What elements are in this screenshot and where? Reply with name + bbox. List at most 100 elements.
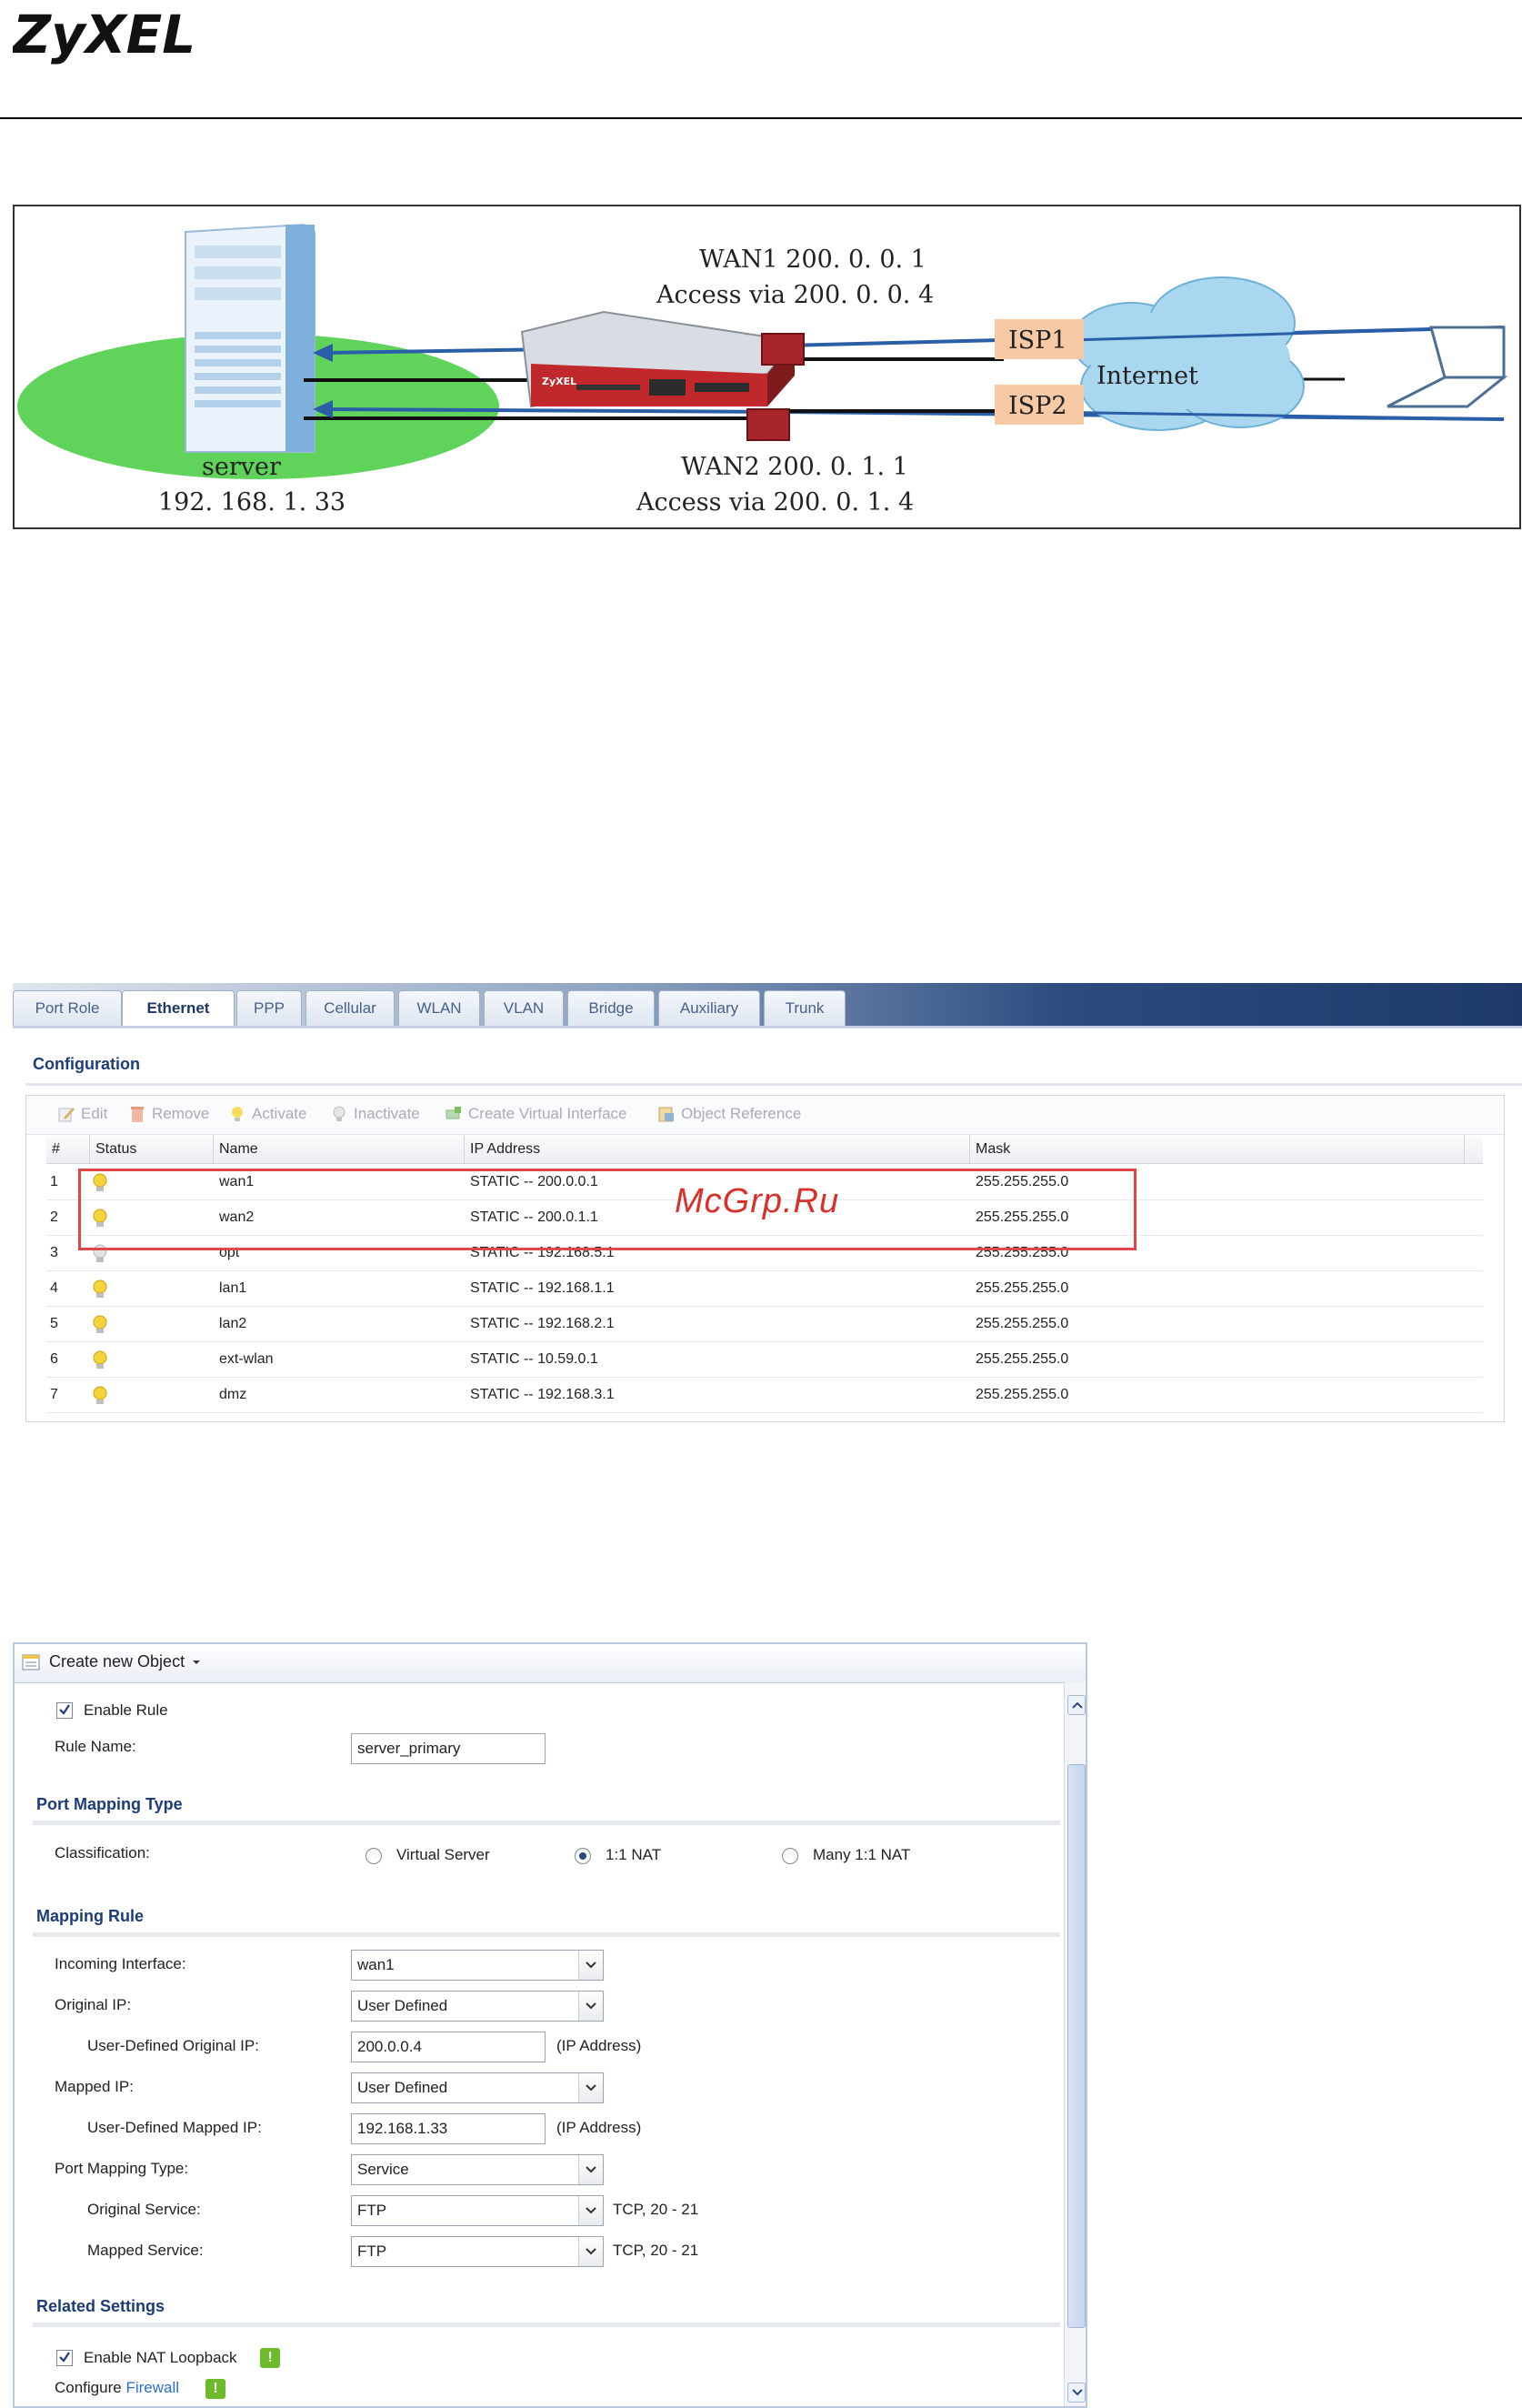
- chevron-down-icon: [586, 1962, 596, 1969]
- create-virtual-interface-button[interactable]: Create Virtual Interface: [445, 1105, 627, 1123]
- user-defined-original-ip-input[interactable]: 200.0.0.4: [351, 2032, 546, 2062]
- tab-auxiliary[interactable]: Auxiliary: [658, 990, 760, 1026]
- row-name: ext-wlan: [219, 1351, 274, 1367]
- port-mapping-divider: [33, 1821, 1060, 1825]
- object-reference-icon: [658, 1107, 674, 1122]
- mapped-service-select[interactable]: FTP: [351, 2236, 604, 2267]
- table-row[interactable]: 7 dmz STATIC -- 192.168.3.1 255.255.255.0: [46, 1378, 1483, 1413]
- user-defined-original-ip-label: User-Defined Original IP:: [87, 2037, 259, 2054]
- tab-ethernet[interactable]: Ethernet: [122, 990, 235, 1028]
- interface-table-panel: Edit Remove Activate Inactivate Create V…: [25, 1095, 1505, 1422]
- row-ip-address: STATIC -- 10.59.0.1: [470, 1351, 598, 1367]
- scroll-up-button[interactable]: [1067, 1695, 1086, 1715]
- lightbulb-on-icon: [93, 1315, 107, 1333]
- firewall-link[interactable]: Firewall: [125, 2379, 179, 2396]
- svg-text:server: server: [202, 453, 281, 481]
- tab-trunk[interactable]: Trunk: [764, 990, 846, 1026]
- svg-text:ISP1: ISP1: [1008, 326, 1067, 355]
- remove-label: Remove: [152, 1105, 210, 1122]
- lightbulb-on-icon: [93, 1350, 107, 1369]
- info-badge-icon: !: [260, 2348, 280, 2368]
- row-number: 6: [50, 1351, 58, 1367]
- checkmark-icon: [59, 2352, 70, 2363]
- rule-name-input[interactable]: server_primary: [351, 1733, 546, 1764]
- create-virtual-interface-label: Create Virtual Interface: [468, 1105, 627, 1122]
- chevron-down-icon: [586, 2002, 596, 2010]
- trash-icon: [131, 1107, 144, 1122]
- many-one-to-one-nat-radio[interactable]: [782, 1848, 798, 1864]
- dropdown-arrow: [578, 2155, 603, 2184]
- mapped-service-value: FTP: [357, 2242, 387, 2260]
- mapped-ip-value: User Defined: [357, 2079, 448, 2096]
- row-number: 4: [50, 1280, 58, 1296]
- one-to-one-nat-label: 1:1 NAT: [606, 1846, 662, 1863]
- mapped-ip-select[interactable]: User Defined: [351, 2072, 604, 2103]
- table-row[interactable]: 6 ext-wlan STATIC -- 10.59.0.1 255.255.255.…: [46, 1342, 1483, 1378]
- port-mapping-type-title: Port Mapping Type: [36, 1795, 183, 1813]
- svg-text:WAN1 200. 0. 0. 1: WAN1 200. 0. 0. 1: [699, 246, 926, 274]
- tab-port-role[interactable]: Port Role: [13, 990, 122, 1026]
- incoming-interface-select[interactable]: wan1: [351, 1950, 604, 1981]
- create-new-object-menu[interactable]: Create new Object: [22, 1652, 201, 1671]
- form-scrollbar[interactable]: [1064, 1682, 1086, 2406]
- chevron-down-icon: [586, 2207, 596, 2214]
- virtual-server-radio[interactable]: [365, 1848, 382, 1864]
- original-ip-select[interactable]: User Defined: [351, 1991, 604, 2022]
- tab-bridge[interactable]: Bridge: [567, 990, 655, 1026]
- chevron-down-icon: [586, 2084, 596, 2092]
- edit-button[interactable]: Edit: [57, 1105, 107, 1123]
- nat-toolbar: Create new Object: [15, 1644, 1086, 1683]
- col-status[interactable]: Status: [90, 1136, 214, 1163]
- scroll-thumb[interactable]: [1067, 1764, 1086, 2328]
- col-number[interactable]: #: [46, 1136, 90, 1163]
- port-mapping-type-select[interactable]: Service: [351, 2154, 604, 2185]
- mapped-service-label: Mapped Service:: [87, 2242, 204, 2259]
- table-row[interactable]: 4 lan1 STATIC -- 192.168.1.1 255.255.255.0: [46, 1271, 1483, 1307]
- col-name[interactable]: Name: [214, 1136, 465, 1163]
- row-number: 5: [50, 1316, 58, 1331]
- virtual-server-label: Virtual Server: [396, 1846, 490, 1863]
- svg-text:WAN2 200. 0. 1. 1: WAN2 200. 0. 1. 1: [681, 453, 908, 481]
- original-service-select[interactable]: FTP: [351, 2195, 604, 2226]
- edit-icon: [58, 1108, 75, 1122]
- row-mask: 255.255.255.0: [976, 1316, 1069, 1331]
- svg-text:192. 168. 1. 33: 192. 168. 1. 33: [158, 488, 345, 517]
- one-to-one-nat-radio[interactable]: [575, 1848, 591, 1864]
- wan1-port: [761, 333, 805, 366]
- lightbulb-off-icon: [333, 1106, 345, 1121]
- tab-vlan[interactable]: VLAN: [484, 990, 564, 1026]
- inactivate-button[interactable]: Inactivate: [330, 1105, 420, 1123]
- chevron-down-icon: [193, 1660, 201, 1664]
- tab-wlan[interactable]: WLAN: [398, 990, 480, 1026]
- network-diagram: ZyXEL ISP1 ISP2 Internet WAN1 200. 0. 0.…: [13, 205, 1521, 529]
- tab-cellular[interactable]: Cellular: [305, 990, 395, 1026]
- enable-nat-loopback-label: Enable NAT Loopback: [84, 2349, 237, 2366]
- remove-button[interactable]: Remove: [128, 1105, 209, 1123]
- user-defined-mapped-ip-input[interactable]: 192.168.1.33: [351, 2113, 546, 2144]
- col-ip-address[interactable]: IP Address: [465, 1136, 970, 1163]
- table-row[interactable]: 5 lan2 STATIC -- 192.168.2.1 255.255.255.0: [46, 1307, 1483, 1342]
- original-service-value: FTP: [357, 2202, 387, 2219]
- dropdown-arrow: [578, 2196, 603, 2225]
- create-new-object-label: Create new Object: [49, 1652, 185, 1671]
- original-service-hint: TCP, 20 - 21: [613, 2201, 699, 2218]
- original-ip-label: Original IP:: [55, 1996, 132, 2013]
- tab-ppp[interactable]: PPP: [236, 990, 302, 1026]
- tab-bar-underline: [13, 1026, 1522, 1028]
- configuration-divider: [25, 1083, 1522, 1086]
- incoming-interface-value: wan1: [357, 1956, 395, 1973]
- activate-button[interactable]: Activate: [228, 1105, 306, 1123]
- svg-text:Access via 200. 0. 1. 4: Access via 200. 0. 1. 4: [636, 488, 914, 517]
- row-ip-address: STATIC -- 192.168.2.1: [470, 1316, 615, 1331]
- activate-label: Activate: [252, 1105, 307, 1122]
- wan2-port: [746, 408, 790, 441]
- mapping-rule-divider: [33, 1932, 1060, 1937]
- object-reference-button[interactable]: Object Reference: [657, 1105, 801, 1123]
- scroll-down-button[interactable]: [1067, 2383, 1086, 2403]
- enable-rule-checkbox[interactable]: [56, 1702, 73, 1719]
- col-mask[interactable]: Mask: [970, 1136, 1465, 1163]
- enable-nat-loopback-checkbox[interactable]: [56, 2350, 73, 2366]
- mapping-rule-title: Mapping Rule: [36, 1907, 144, 1925]
- port-mapping-type-value: Service: [357, 2161, 409, 2178]
- classification-label: Classification:: [55, 1844, 150, 1861]
